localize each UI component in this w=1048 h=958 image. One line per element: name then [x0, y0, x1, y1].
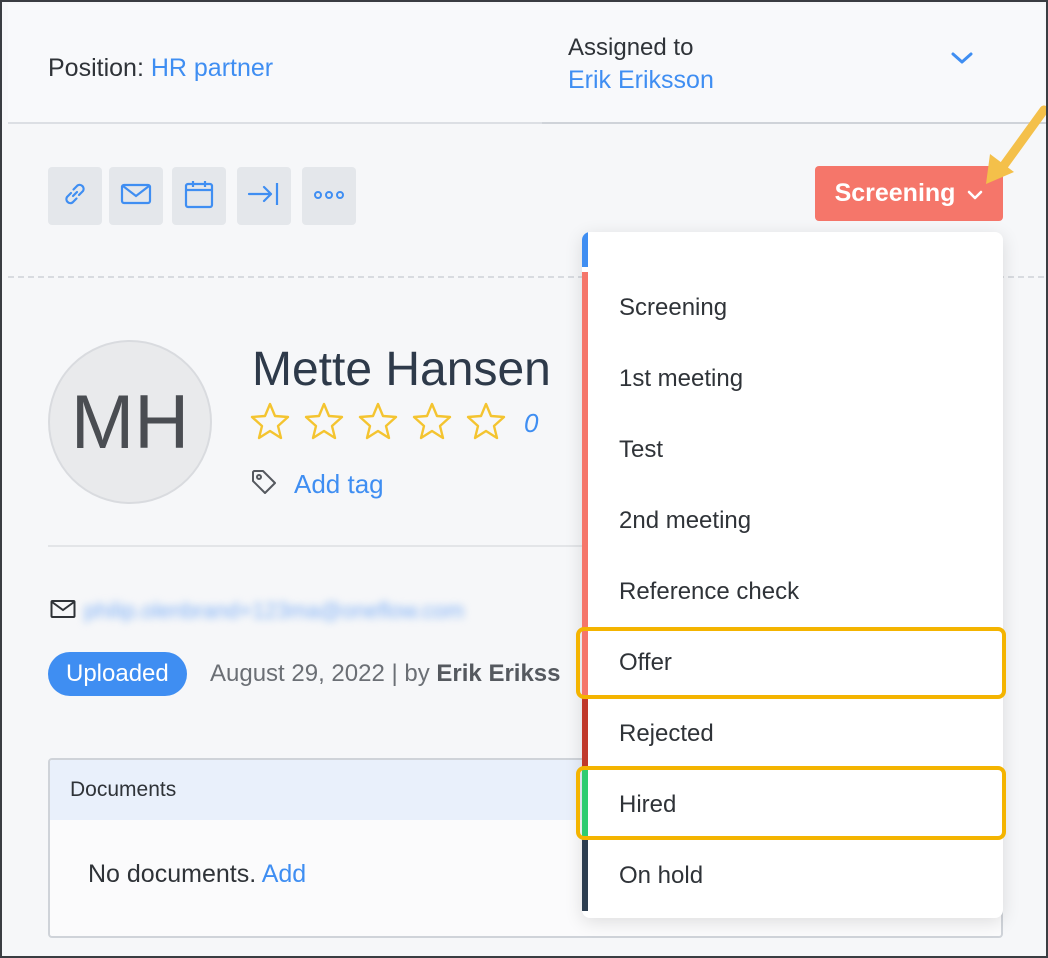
- stage-option-label: Test: [619, 435, 664, 463]
- stage-option[interactable]: Reference check: [582, 556, 1003, 627]
- star-icon[interactable]: [466, 402, 506, 445]
- position-line: Position: HR partner: [48, 54, 273, 83]
- assigned-value[interactable]: Erik Eriksson: [568, 66, 714, 95]
- move-icon: [247, 180, 281, 213]
- stage-option-label: Rejected: [619, 719, 714, 747]
- mail-icon: [120, 182, 152, 211]
- position-value[interactable]: HR partner: [151, 54, 273, 82]
- stage-option[interactable]: 2nd meeting: [582, 485, 1003, 556]
- tag-row[interactable]: Add tag: [250, 468, 384, 501]
- tag-icon: [250, 468, 278, 501]
- stage-option[interactable]: Hired: [582, 769, 1003, 840]
- rating-count: 0: [524, 408, 539, 438]
- chevron-down-icon[interactable]: [950, 50, 974, 71]
- stage-option[interactable]: Rejected: [582, 698, 1003, 769]
- add-document-link[interactable]: Add: [262, 860, 306, 888]
- stage-option-label: 2nd meeting: [619, 506, 752, 534]
- stage-option-label: 1st meeting: [619, 364, 744, 392]
- stage-dropdown-menu: Screening 1st meeting Test 2nd meeting Refer…: [582, 232, 1003, 918]
- assigned-to[interactable]: Assigned to Erik Eriksson: [568, 34, 714, 95]
- stage-option-label: Offer: [619, 648, 672, 676]
- add-tag-link[interactable]: Add tag: [294, 469, 384, 500]
- stage-option-label: Reference check: [619, 577, 800, 605]
- documents-empty-text: No documents.: [88, 860, 257, 888]
- stage-option[interactable]: Test: [582, 414, 1003, 485]
- stage-option[interactable]: 1st meeting: [582, 343, 1003, 414]
- star-icon[interactable]: [250, 402, 290, 445]
- more-options-button[interactable]: [302, 167, 356, 225]
- upload-date: August 29, 2022 | by: [210, 660, 437, 687]
- annotation-arrow-icon: [972, 102, 1046, 197]
- stage-color-bar: [582, 485, 588, 556]
- email-row: philip.olenbrand+123ma@oneflow.com: [50, 598, 464, 624]
- stage-color-bar: [582, 414, 588, 485]
- stage-color-bar: [582, 769, 588, 840]
- calendar-icon: [183, 178, 215, 215]
- stage-color-bar: [582, 840, 588, 911]
- upload-info: August 29, 2022 | by Erik Erikss: [210, 660, 561, 688]
- stage-color-bar: [582, 343, 588, 414]
- stage-color-bar: [582, 556, 588, 627]
- stage-button-label: Screening: [834, 179, 956, 207]
- more-icon: [313, 187, 345, 205]
- stage-option-label: Screening: [619, 293, 728, 321]
- mail-icon: [50, 599, 76, 624]
- stage-option-label: Hired: [619, 790, 677, 818]
- stage-option[interactable]: On hold: [582, 840, 1003, 911]
- status-badge: Uploaded: [48, 652, 187, 696]
- avatar: MH: [48, 340, 212, 504]
- stage-option[interactable]: [582, 232, 1003, 267]
- star-icon[interactable]: [358, 402, 398, 445]
- stage-color-bar: [582, 698, 588, 769]
- candidate-name: Mette Hansen: [252, 343, 551, 396]
- avatar-initials: MH: [70, 379, 190, 465]
- stage-color-bar: [582, 627, 588, 698]
- link-icon: [60, 179, 90, 214]
- star-icon[interactable]: [412, 402, 452, 445]
- stage-option[interactable]: Offer: [582, 627, 1003, 698]
- profile-divider: [48, 545, 588, 547]
- candidate-header: Position: HR partner Assigned to Erik Er…: [8, 4, 1046, 124]
- position-label: Position:: [48, 54, 144, 82]
- candidate-panel: Position: HR partner Assigned to Erik Er…: [0, 0, 1048, 958]
- schedule-button[interactable]: [172, 167, 226, 225]
- send-email-button[interactable]: [109, 167, 163, 225]
- stage-color-bar: [582, 272, 588, 343]
- stage-option[interactable]: Screening: [582, 272, 1003, 343]
- star-rating: 0: [250, 402, 538, 445]
- upload-author: Erik Erikss: [436, 660, 561, 687]
- star-icon[interactable]: [304, 402, 344, 445]
- assigned-label: Assigned to: [568, 34, 694, 61]
- stage-option-label: On hold: [619, 861, 704, 889]
- candidate-email[interactable]: philip.olenbrand+123ma@oneflow.com: [84, 598, 464, 624]
- stage-color-bar: [582, 232, 588, 267]
- copy-link-button[interactable]: [48, 167, 102, 225]
- move-candidate-button[interactable]: [237, 167, 291, 225]
